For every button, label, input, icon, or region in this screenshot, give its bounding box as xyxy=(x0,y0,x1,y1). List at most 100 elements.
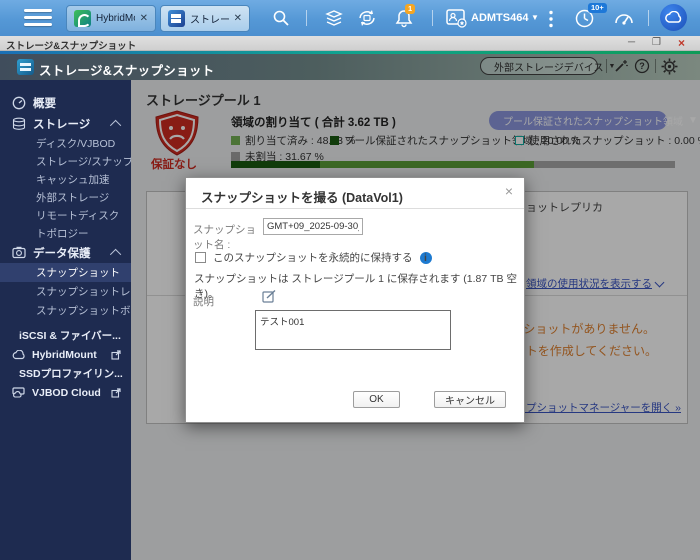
storage-location-note: スナップショットは ストレージプール 1 に保存されます (1.87 TB 空き… xyxy=(194,271,524,301)
take-snapshot-dialog: スナップショットを撮る (DataVol1) × スナップショット名 : このス… xyxy=(185,177,525,423)
app-title: ストレージ&スナップショット xyxy=(39,60,214,79)
legend-chip xyxy=(515,136,524,145)
app-icon xyxy=(17,59,34,75)
sidebar-item-snapshot[interactable]: スナップショット xyxy=(0,263,131,282)
qts-desktop: HybridMount ✕ ストレー... ✕ 1 ADMTS464 ▼ xyxy=(0,0,700,560)
main-menu-icon[interactable] xyxy=(24,9,52,27)
sidebar-label: 概要 xyxy=(33,95,56,111)
edit-icon[interactable] xyxy=(262,289,277,304)
user-name[interactable]: ADMTS464 xyxy=(471,12,528,24)
window-titlebar[interactable]: ストレージ&スナップショット ─ ❐ × xyxy=(0,36,700,51)
keep-snapshot-row: このスナップショットを永続的に保持する i xyxy=(195,250,432,265)
sidebar-label: データ保護 xyxy=(33,245,91,261)
sidebar-item-snapshot-replica[interactable]: スナップショットレプリカ xyxy=(0,282,131,301)
sidebar-item-external-storage[interactable]: 外部ストレージ xyxy=(0,188,131,206)
close-window-button[interactable]: × xyxy=(678,37,685,49)
storage-stack-icon xyxy=(12,117,26,131)
sidebar-item-disks-vjbod[interactable]: ディスク/VJBOD xyxy=(0,134,131,152)
sidebar-item-snapshot-vault[interactable]: スナップショットボールト xyxy=(0,301,131,320)
user-menu-caret-icon[interactable]: ▼ xyxy=(531,13,539,22)
allocation-bar-segment xyxy=(231,161,320,168)
wizard-icon[interactable] xyxy=(613,58,629,74)
gear-icon[interactable] xyxy=(661,58,678,75)
sidebar-link-vjbod-cloud[interactable]: VJBOD Cloud xyxy=(0,383,131,402)
description-label: 説明 xyxy=(193,294,214,309)
legend-chip xyxy=(231,136,240,145)
divider xyxy=(655,59,656,73)
user-icon[interactable] xyxy=(446,9,468,28)
search-icon[interactable] xyxy=(272,9,290,27)
collapse-caret-icon[interactable] xyxy=(110,248,121,259)
maximize-button[interactable]: ❐ xyxy=(652,37,661,49)
recent-tasks-badge: 10+ xyxy=(588,3,607,13)
dialog-title: スナップショットを撮る (DataVol1) xyxy=(201,187,403,206)
sidebar-link-iscsi[interactable]: iSCSI & ファイバー... xyxy=(0,326,131,345)
window-title: ストレージ&スナップショット xyxy=(6,38,136,52)
background-tasks-icon[interactable] xyxy=(324,8,344,28)
sidebar-link-hybridmount[interactable]: HybridMount xyxy=(0,345,131,364)
external-storage-device-button[interactable]: 外部ストレージデバイス ▼ xyxy=(480,57,598,75)
close-tab-icon[interactable]: ✕ xyxy=(234,13,242,24)
divider xyxy=(186,208,524,209)
keep-snapshot-checkbox[interactable] xyxy=(195,252,206,263)
taskbar-tab-hybridmount[interactable]: HybridMount ✕ xyxy=(66,5,156,32)
notification-badge: 1 xyxy=(405,4,415,14)
show-space-usage-link[interactable]: 領域の使用状況を表示する xyxy=(526,276,663,291)
legend-used-snapshot: 使用されたスナップショット : 0.00 % xyxy=(515,133,700,148)
dashboard-icon[interactable] xyxy=(614,9,634,27)
collapse-caret-icon[interactable] xyxy=(110,119,121,130)
sidebar-link-ssd-profiling[interactable]: SSDプロファイリン... xyxy=(0,364,131,383)
allocation-bar-segment xyxy=(534,161,675,168)
data-protection-icon xyxy=(12,246,26,259)
sidebar-item-storage[interactable]: ストレージ xyxy=(0,113,131,134)
tab-label: ストレー... xyxy=(190,11,229,26)
sidebar-item-data-protection[interactable]: データ保護 xyxy=(0,242,131,263)
hybridmount-icon xyxy=(12,350,25,360)
keep-snapshot-label: このスナップショットを永続的に保持する xyxy=(213,250,413,265)
gauge-icon xyxy=(12,96,26,110)
sidebar-item-overview[interactable]: 概要 xyxy=(0,92,131,113)
ok-button[interactable]: OK xyxy=(353,391,400,408)
legend-chip xyxy=(231,152,240,161)
sidebar-item-remote-disk[interactable]: リモートディスク xyxy=(0,206,131,224)
legend-chip xyxy=(330,136,339,145)
snapshot-name-input[interactable] xyxy=(263,218,363,235)
vjbod-cloud-icon xyxy=(12,387,25,398)
allocation-bar-segment xyxy=(320,161,535,168)
sidebar-item-topology[interactable]: トポロジー xyxy=(0,224,131,242)
sidebar-item-storage-snapshots[interactable]: ストレージ/スナップショ... xyxy=(0,152,131,170)
snapshot-name-label: スナップショット名 : xyxy=(193,222,263,252)
help-icon[interactable]: ? xyxy=(634,58,650,74)
taskbar-tab-storage[interactable]: ストレー... ✕ xyxy=(160,5,250,32)
external-storage-label: 外部ストレージデバイス xyxy=(494,59,604,74)
minimize-button[interactable]: ─ xyxy=(628,37,635,49)
guaranteed-snapshot-space-button[interactable]: プール保証されたスナップショット領域 ▼ xyxy=(489,111,667,130)
sidebar-item-cache-acceleration[interactable]: キャッシュ加速 xyxy=(0,170,131,188)
close-dialog-icon[interactable]: × xyxy=(505,183,513,199)
sidebar-label: ストレージ xyxy=(33,116,90,132)
button-label: プール保証されたスナップショット領域 xyxy=(503,113,683,128)
divider xyxy=(606,59,607,73)
description-textarea[interactable]: テスト001 xyxy=(255,310,451,350)
chevron-down-icon xyxy=(655,277,665,287)
shield-status-label: 保証なし xyxy=(139,156,209,172)
storage-app-icon xyxy=(168,10,185,27)
myqnapcloud-icon[interactable] xyxy=(660,4,687,31)
desktop-taskbar: HybridMount ✕ ストレー... ✕ 1 ADMTS464 ▼ xyxy=(0,0,700,36)
info-icon[interactable]: i xyxy=(420,252,432,264)
pool-title: ストレージプール 1 xyxy=(146,90,261,109)
sync-icon[interactable] xyxy=(356,8,378,28)
no-guarantee-shield-icon xyxy=(153,110,201,156)
more-dots-icon[interactable] xyxy=(548,10,554,28)
external-link-icon xyxy=(111,388,121,398)
allocation-bar xyxy=(231,161,675,168)
divider xyxy=(648,10,649,26)
close-tab-icon[interactable]: ✕ xyxy=(140,13,148,24)
external-link-icon xyxy=(111,350,121,360)
allocation-title: 領域の割り当て ( 合計 3.62 TB ) xyxy=(231,114,396,130)
divider xyxy=(432,10,433,26)
caret-down-icon: ▼ xyxy=(688,115,698,126)
sidebar: 概要 ストレージ ディスク/VJBOD ストレージ/スナップショ... キャッシ… xyxy=(0,80,131,560)
divider xyxy=(306,10,307,26)
cancel-button[interactable]: キャンセル xyxy=(434,391,506,408)
